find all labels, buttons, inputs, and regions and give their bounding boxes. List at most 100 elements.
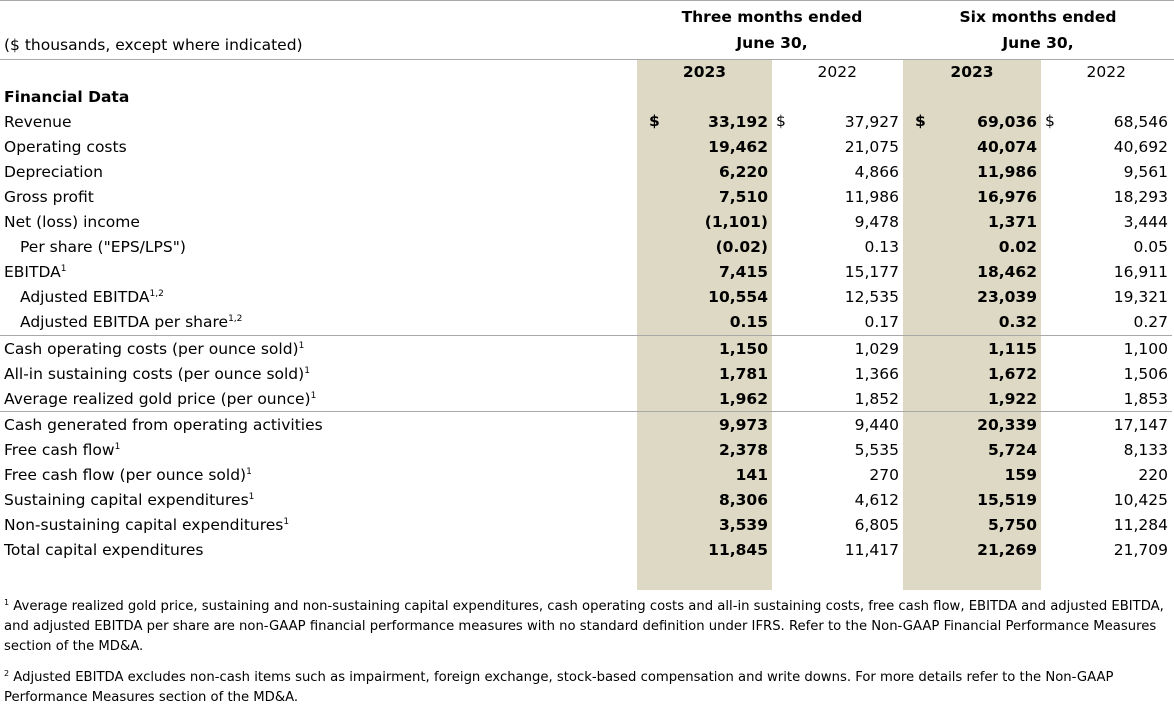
value-3m-2022: 12,535 xyxy=(772,285,903,310)
row-label-text: EBITDA xyxy=(4,263,61,282)
cell-value: 9,561 xyxy=(1123,162,1168,181)
value-3m-2022: 9,440 xyxy=(772,411,903,438)
value-3m-2023: 7,415 xyxy=(637,260,772,285)
value-6m-2023: 1,672 xyxy=(903,361,1041,386)
value-6m-2022: 1,100 xyxy=(1041,335,1172,362)
cell-value: 15,519 xyxy=(977,491,1037,510)
value-3m-2023: (1,101) xyxy=(637,210,772,235)
table-row: Sustaining capital expenditures1 8,306 4,6… xyxy=(0,488,1172,513)
six-months-header: Six months ended June 30, xyxy=(903,4,1173,56)
cell-value: 11,417 xyxy=(844,541,899,560)
value-6m-2022: 1,853 xyxy=(1041,386,1172,412)
value-6m-2022: 0.05 xyxy=(1041,235,1172,260)
cell-value: 16,911 xyxy=(1113,263,1168,282)
footnote-ref: 1 xyxy=(283,517,290,528)
row-label: EBITDA1 xyxy=(0,260,637,285)
cell-value: 5,750 xyxy=(987,516,1037,535)
row-label-text: Cash generated from operating activities xyxy=(4,415,323,434)
cell-value: 1,781 xyxy=(718,364,768,383)
currency-symbol: $ xyxy=(915,112,926,131)
footnote-ref: 1 xyxy=(246,467,252,478)
row-label-text: Total capital expenditures xyxy=(4,541,204,560)
value-3m-2022: 1,366 xyxy=(772,361,903,386)
cell-value: 6,220 xyxy=(718,162,768,181)
currency-symbol: $ xyxy=(649,112,660,131)
row-label: All-in sustaining costs (per ounce sold)… xyxy=(0,361,637,386)
row-label-text: Adjusted EBITDA xyxy=(20,288,150,307)
value-3m-2022: 9,478 xyxy=(772,210,903,235)
row-label: Adjusted EBITDA per share1,2 xyxy=(0,310,637,336)
table-row: Operating costs 19,462 21,075 40,074 40,692 xyxy=(0,134,1172,159)
cell-value: 8,306 xyxy=(718,491,768,510)
cell-value: 4,612 xyxy=(854,491,899,510)
footnote-ref: 1,2 xyxy=(228,314,243,325)
cell-value: 17,147 xyxy=(1113,415,1168,434)
value-3m-2022: $37,927 xyxy=(772,109,903,134)
cell-value: 23,039 xyxy=(977,288,1037,307)
row-label-text: Free cash flow (per ounce sold) xyxy=(4,466,247,485)
row-label-text: All-in sustaining costs (per ounce sold) xyxy=(4,364,305,383)
cell-value: 1,029 xyxy=(854,339,899,358)
row-label: Operating costs xyxy=(0,134,637,159)
row-label: Non-sustaining capital expenditures1 xyxy=(0,513,637,538)
cell-value: 33,192 xyxy=(708,112,768,131)
row-label: Free cash flow (per ounce sold)1 xyxy=(0,463,637,488)
cell-value: 40,074 xyxy=(977,137,1037,156)
row-label-text: Gross profit xyxy=(4,188,94,207)
row-label-text: Cash operating costs (per ounce sold) xyxy=(4,339,299,358)
value-6m-2023: 5,724 xyxy=(903,437,1041,462)
value-3m-2023: $33,192 xyxy=(637,109,772,134)
value-3m-2023: 7,510 xyxy=(637,184,772,209)
value-3m-2022: 4,866 xyxy=(772,159,903,184)
value-3m-2023: 10,554 xyxy=(637,285,772,310)
footnote-2-text: Adjusted EBITDA excludes non-cash items … xyxy=(4,670,1114,705)
footnote-ref: 1 xyxy=(310,390,317,401)
year-header-6m-2022: 2022 xyxy=(1086,62,1126,81)
row-label: Revenue xyxy=(0,109,637,134)
cell-value: 18,293 xyxy=(1113,188,1168,207)
table-row: Adjusted EBITDA1,2 10,554 12,535 23,039 19,3… xyxy=(0,285,1172,310)
cell-value: 270 xyxy=(869,466,899,485)
row-label-text: Average realized gold price (per ounce) xyxy=(4,389,311,408)
value-3m-2023: 6,220 xyxy=(637,159,772,184)
footnote-1: 1 Average realized gold price, sustainin… xyxy=(4,597,1170,657)
cell-value: 1,371 xyxy=(987,213,1037,232)
footnote-2-mark: 2 xyxy=(4,669,10,678)
value-3m-2023: 1,781 xyxy=(637,361,772,386)
six-months-header-line2: June 30, xyxy=(1002,34,1074,52)
cell-value: 0.13 xyxy=(864,238,899,257)
table-row: All-in sustaining costs (per ounce sold)… xyxy=(0,361,1172,386)
cell-value: 1,506 xyxy=(1123,364,1168,383)
value-6m-2023: 5,750 xyxy=(903,513,1041,538)
table-row: Free cash flow (per ounce sold)1 141 270 15… xyxy=(0,463,1172,488)
footnote-1-text: Average realized gold price, sustaining … xyxy=(4,599,1164,654)
value-6m-2023: 16,976 xyxy=(903,184,1041,209)
footnote-1-mark: 1 xyxy=(4,598,10,607)
year-header-6m-2023: 2023 xyxy=(950,62,994,81)
value-3m-2022: 270 xyxy=(772,463,903,488)
cell-value: 40,692 xyxy=(1113,137,1168,156)
cell-value: 12,535 xyxy=(844,288,899,307)
value-3m-2022: 11,986 xyxy=(772,184,903,209)
cell-value: 220 xyxy=(1138,466,1168,485)
value-6m-2022: 40,692 xyxy=(1041,134,1172,159)
table-row: EBITDA1 7,415 15,177 18,462 16,911 xyxy=(0,260,1172,285)
year-header-3m-2023: 2023 xyxy=(682,62,727,81)
value-6m-2022: 8,133 xyxy=(1041,437,1172,462)
value-6m-2023: 0.32 xyxy=(903,310,1041,336)
cell-value: 68,546 xyxy=(1113,112,1168,131)
table-row: Per share ("EPS/LPS") (0.02) 0.13 0.02 0.05 xyxy=(0,235,1172,260)
row-label-text: Operating costs xyxy=(4,137,127,156)
cell-value: 11,986 xyxy=(977,162,1037,181)
cell-value: 2,378 xyxy=(718,440,768,459)
cell-value: 1,150 xyxy=(718,339,768,358)
value-3m-2022: 0.13 xyxy=(772,235,903,260)
financial-data-table: 2023 2022 2023 2022 Financial Data Reven… xyxy=(0,59,1172,563)
cell-value: 0.05 xyxy=(1133,238,1168,257)
value-6m-2023: 1,922 xyxy=(903,386,1041,412)
table-row: Depreciation 6,220 4,866 11,986 9,561 xyxy=(0,159,1172,184)
value-6m-2023: 1,115 xyxy=(903,335,1041,362)
value-3m-2022: 15,177 xyxy=(772,260,903,285)
footnote-ref: 1 xyxy=(304,365,310,376)
value-6m-2022: 16,911 xyxy=(1041,260,1172,285)
